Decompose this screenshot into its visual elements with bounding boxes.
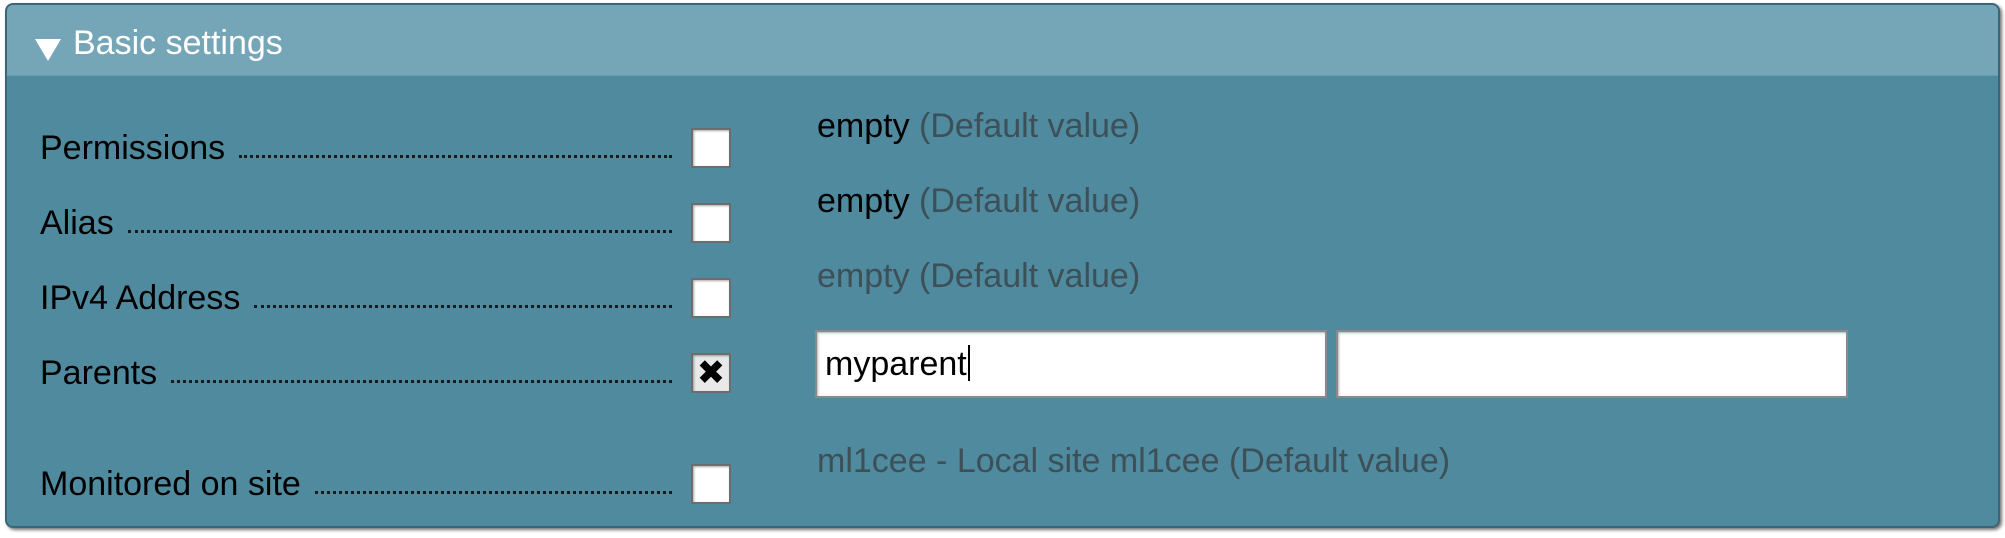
alias-value: empty (Default value) bbox=[817, 181, 1140, 221]
setting-label-parents: Parents bbox=[40, 351, 672, 395]
setting-label-ipv4-address: IPv4 Address bbox=[40, 276, 672, 320]
permissions-checkbox[interactable] bbox=[691, 128, 731, 168]
value-text: ml1cee - Local site ml1cee bbox=[817, 442, 1220, 480]
dotted-leader bbox=[314, 490, 672, 494]
dotted-leader bbox=[239, 154, 672, 158]
setting-label-text: IPv4 Address bbox=[40, 279, 241, 317]
value-text: empty bbox=[817, 257, 910, 295]
dotted-leader bbox=[171, 379, 672, 383]
panel-title: Basic settings bbox=[73, 24, 283, 62]
permissions-value: empty (Default value) bbox=[817, 106, 1140, 146]
setting-label-text: Parents bbox=[40, 354, 158, 392]
default-value-suffix: (Default value) bbox=[919, 107, 1141, 145]
basic-settings-header[interactable]: Basic settings bbox=[7, 5, 1998, 76]
ipv4-address-value: empty (Default value) bbox=[817, 256, 1140, 296]
x-mark-icon: ✖ bbox=[696, 354, 726, 392]
text-caret bbox=[967, 345, 970, 381]
dotted-leader bbox=[254, 304, 672, 308]
ipv4-address-checkbox[interactable] bbox=[691, 278, 731, 318]
basic-settings-panel: Basic settings Permissions empty (Defaul… bbox=[5, 3, 2000, 528]
parents-checkbox[interactable]: ✖ bbox=[691, 353, 731, 393]
input-value: myparent bbox=[825, 345, 967, 383]
monitored-on-site-value: ml1cee - Local site ml1cee (Default valu… bbox=[817, 441, 1450, 481]
setting-label-permissions: Permissions bbox=[40, 126, 672, 170]
setting-label-monitored-on-site: Monitored on site bbox=[40, 462, 672, 506]
default-value-suffix: (Default value) bbox=[919, 257, 1141, 295]
alias-checkbox[interactable] bbox=[691, 203, 731, 243]
setting-label-alias: Alias bbox=[40, 201, 672, 245]
dotted-leader bbox=[127, 229, 672, 233]
monitored-on-site-checkbox[interactable] bbox=[691, 464, 731, 504]
value-text: empty bbox=[817, 107, 910, 145]
default-value-suffix: (Default value) bbox=[1228, 442, 1451, 480]
parent-input-2[interactable] bbox=[1336, 330, 1848, 398]
setting-label-text: Alias bbox=[40, 204, 114, 242]
value-text: empty bbox=[817, 182, 910, 220]
parent-input-1[interactable]: myparent bbox=[815, 330, 1327, 398]
triangle-down-icon bbox=[35, 39, 61, 61]
setting-label-text: Monitored on site bbox=[40, 465, 301, 503]
setting-label-text: Permissions bbox=[40, 129, 226, 167]
default-value-suffix: (Default value) bbox=[919, 182, 1141, 220]
